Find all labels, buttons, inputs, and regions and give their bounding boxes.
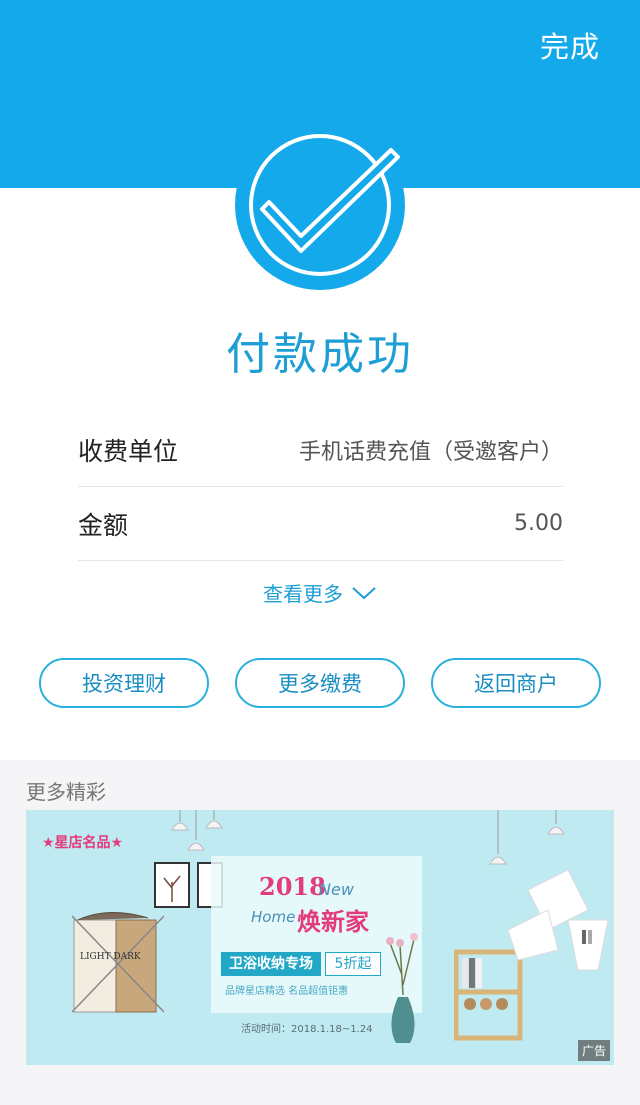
payment-success-title: 付款成功 [226,329,414,380]
chevron-down-icon [351,585,377,601]
ad-category-bar: 卫浴收纳专场 [221,952,321,976]
ad-home: Home [251,908,296,926]
detail-row-payee: 收费单位 手机话费充值（受邀客户） [78,413,563,487]
vase-icon [386,933,418,1043]
ad-subtitle: 品牌星店精选 名品超值钜惠 [225,986,349,997]
amount-label: 金额 [78,510,129,540]
ad-badge: ★星店名品★ [42,835,124,851]
view-more-label: 查看更多 [263,582,343,606]
ad-banner[interactable]: ★星店名品★ LIGHT DARK 2018 New Home 焕新家 卫浴收纳… [26,810,614,1065]
ad-discount: 5折起 [325,952,381,976]
return-merchant-button[interactable]: 返回商户 [431,658,601,708]
ad-slogan: 焕新家 [297,908,369,936]
more-highlights-section: 更多精彩 ★星店名品★ LIGHT DARK 2018 New Home 焕新家… [0,760,640,1105]
ad-date: 活动时间：2018.1.18~1.24 [241,1024,373,1035]
view-more-link[interactable]: 查看更多 [0,578,640,607]
hamper-label: LIGHT DARK [80,952,141,962]
more-payments-button[interactable]: 更多缴费 [235,658,405,708]
done-button[interactable]: 完成 [540,24,600,66]
detail-row-amount: 金额 5.00 [78,487,563,561]
ad-new: New [319,880,354,899]
ad-year: 2018 [259,872,326,901]
payee-label: 收费单位 [78,436,179,466]
section-title: 更多精彩 [26,780,106,804]
amount-value: 5.00 [514,511,563,536]
success-check-icon [235,120,405,290]
invest-button[interactable]: 投资理财 [39,658,209,708]
hamper-icon [71,911,165,1013]
payee-value: 手机话费充值（受邀客户） [298,439,563,465]
ad-tag: 广告 [577,1040,610,1061]
wall-shelf-icon [489,810,609,971]
